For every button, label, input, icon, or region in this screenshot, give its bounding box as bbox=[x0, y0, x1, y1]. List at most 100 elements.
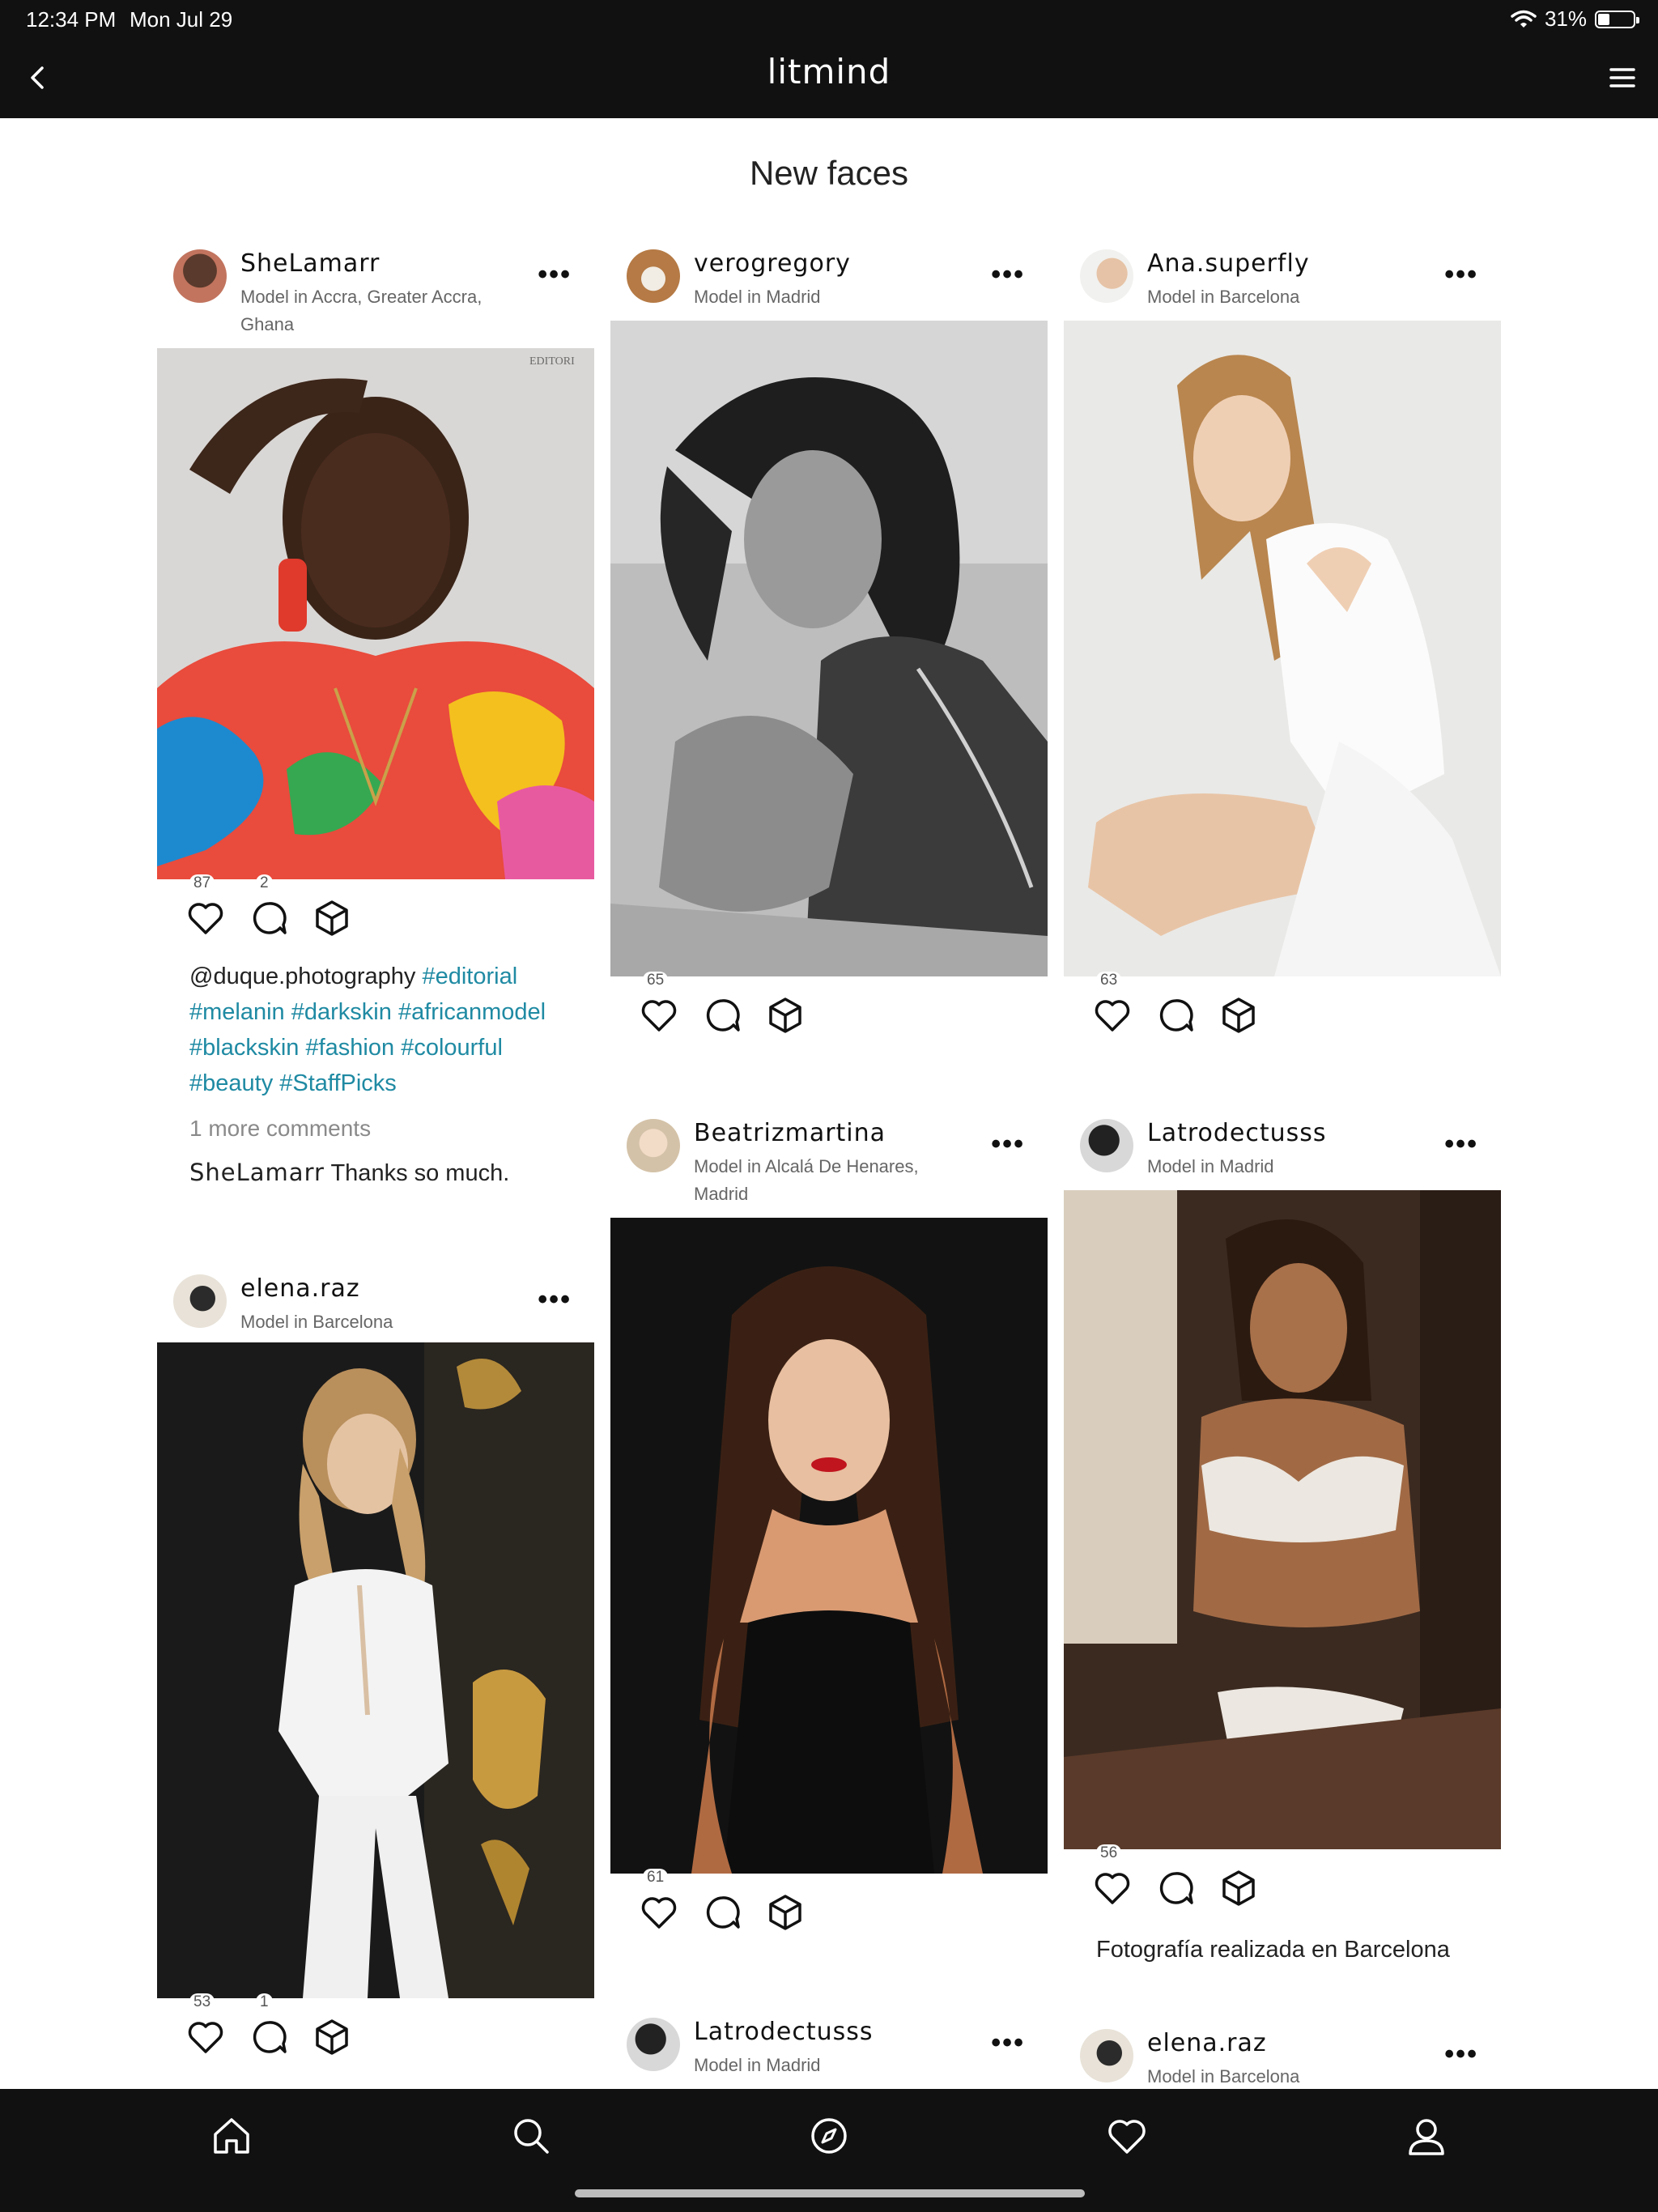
compass-icon[interactable] bbox=[806, 2113, 852, 2159]
heart-icon[interactable] bbox=[638, 994, 680, 1036]
home-indicator[interactable] bbox=[575, 2189, 1085, 2197]
cube-icon[interactable] bbox=[764, 1891, 806, 1933]
page-title: New faces bbox=[749, 154, 909, 192]
caption-handle[interactable]: @duque.photography bbox=[189, 963, 415, 989]
heart-icon[interactable] bbox=[185, 897, 227, 939]
post-caption: @duque.photography #editorial #melanin #… bbox=[189, 959, 578, 1101]
hashtag[interactable]: #darkskin bbox=[291, 999, 392, 1025]
post-card-verogregory: verogregory Model in Madrid ••• 65 bbox=[610, 243, 1048, 1033]
post-photo[interactable]: EDITORI bbox=[157, 348, 594, 879]
post-username[interactable]: verogregory bbox=[694, 249, 851, 278]
search-icon[interactable] bbox=[508, 2113, 554, 2159]
avatar[interactable] bbox=[173, 249, 227, 303]
post-header: elena.raz Model in Barcelona ••• bbox=[1064, 2023, 1501, 2089]
cube-icon[interactable] bbox=[1218, 994, 1260, 1036]
post-username[interactable]: Ana.superfly bbox=[1147, 249, 1310, 278]
post-header: SheLamarr Model in Accra, Greater Accra,… bbox=[157, 243, 594, 334]
post-photo[interactable] bbox=[157, 1342, 594, 1998]
heart-icon[interactable] bbox=[1091, 1867, 1133, 1909]
avatar[interactable] bbox=[627, 2018, 680, 2071]
post-location: Model in Accra, Greater Accra, Ghana bbox=[240, 287, 483, 334]
app-logo[interactable]: litmind bbox=[0, 52, 1658, 91]
more-options-button[interactable]: ••• bbox=[538, 259, 572, 291]
comment-icon[interactable] bbox=[248, 2016, 290, 2058]
post-card-anasuperfly: Ana.superfly Model in Barcelona ••• 63 bbox=[1064, 243, 1501, 1033]
comment-username[interactable]: SheLamarr bbox=[189, 1159, 325, 1186]
post-username[interactable]: Latrodectusss bbox=[1147, 1119, 1327, 1147]
profile-icon[interactable] bbox=[1404, 2113, 1449, 2159]
post-header: Latrodectusss Model in Madrid ••• bbox=[1064, 1112, 1501, 1193]
more-options-button[interactable]: ••• bbox=[991, 1129, 1025, 1160]
more-options-button[interactable]: ••• bbox=[991, 2027, 1025, 2059]
photo-art bbox=[610, 1218, 1048, 1874]
comment-icon[interactable] bbox=[1154, 1867, 1197, 1909]
post-caption: Fotografía realizada en Barcelona bbox=[1096, 1937, 1450, 1963]
post-location: Model in Madrid bbox=[1147, 1156, 1274, 1176]
like-count: 56 bbox=[1096, 1844, 1122, 1862]
post-photo[interactable] bbox=[1064, 1190, 1501, 1849]
post-username[interactable]: Beatrizmartina bbox=[694, 1119, 886, 1147]
comment-text: Thanks so much. bbox=[330, 1160, 510, 1186]
heart-icon[interactable] bbox=[1104, 2113, 1150, 2159]
post-photo[interactable] bbox=[610, 321, 1048, 976]
wifi-icon bbox=[1511, 10, 1537, 28]
post-location: Model in Madrid bbox=[694, 2055, 821, 2075]
hashtag[interactable]: #blackskin bbox=[189, 1035, 299, 1061]
battery-percent: 31% bbox=[1544, 6, 1587, 31]
photo-art bbox=[1064, 1190, 1501, 1849]
heart-icon[interactable] bbox=[638, 1891, 680, 1933]
more-options-button[interactable]: ••• bbox=[1444, 1129, 1478, 1160]
cube-icon[interactable] bbox=[311, 2016, 353, 2058]
post-header: elena.raz Model in Barcelona ••• bbox=[157, 1268, 594, 1349]
cube-icon[interactable] bbox=[764, 994, 806, 1036]
post-username[interactable]: SheLamarr bbox=[240, 249, 380, 278]
photo-art bbox=[610, 321, 1048, 976]
post-username[interactable]: Latrodectusss bbox=[694, 2018, 874, 2046]
hashtag[interactable]: #StaffPicks bbox=[279, 1070, 397, 1096]
like-count: 63 bbox=[1096, 972, 1122, 989]
comment-count: 1 bbox=[256, 1993, 273, 2011]
avatar[interactable] bbox=[1080, 1119, 1133, 1172]
hashtag[interactable]: #melanin bbox=[189, 999, 285, 1025]
hashtag[interactable]: #editorial bbox=[422, 963, 517, 989]
hashtag[interactable]: #beauty bbox=[189, 1070, 273, 1096]
comment-icon[interactable] bbox=[1154, 994, 1197, 1036]
post-username[interactable]: elena.raz bbox=[1147, 2029, 1267, 2057]
more-options-button[interactable]: ••• bbox=[1444, 2039, 1478, 2070]
comment-icon[interactable] bbox=[701, 994, 743, 1036]
avatar[interactable] bbox=[173, 1274, 227, 1328]
like-count: 53 bbox=[189, 1993, 215, 2011]
comment-icon[interactable] bbox=[701, 1891, 743, 1933]
photo-art bbox=[1064, 321, 1501, 976]
more-options-button[interactable]: ••• bbox=[538, 1284, 572, 1316]
post-photo[interactable] bbox=[1064, 321, 1501, 976]
hashtag[interactable]: #colourful bbox=[401, 1035, 503, 1061]
home-icon[interactable] bbox=[209, 2113, 254, 2159]
like-count: 87 bbox=[189, 874, 215, 892]
status-date: Mon Jul 29 bbox=[130, 7, 233, 32]
cube-icon[interactable] bbox=[311, 897, 353, 939]
avatar[interactable] bbox=[627, 1119, 680, 1172]
post-actions: 87 2 bbox=[157, 874, 594, 952]
post-location: Model in Barcelona bbox=[240, 1312, 393, 1332]
cube-icon[interactable] bbox=[1218, 1867, 1260, 1909]
more-comments-link[interactable]: 1 more comments bbox=[189, 1111, 578, 1146]
avatar[interactable] bbox=[1080, 2029, 1133, 2082]
photo-watermark: EDITORI bbox=[529, 355, 575, 368]
heart-icon[interactable] bbox=[1091, 994, 1133, 1036]
comment-icon[interactable] bbox=[248, 897, 290, 939]
post-actions: 56 bbox=[1064, 1844, 1501, 1922]
menu-icon[interactable] bbox=[1606, 62, 1639, 94]
post-username[interactable]: elena.raz bbox=[240, 1274, 360, 1303]
more-options-button[interactable]: ••• bbox=[991, 259, 1025, 291]
battery-icon bbox=[1595, 10, 1639, 28]
post-photo[interactable] bbox=[610, 1218, 1048, 1874]
avatar[interactable] bbox=[1080, 249, 1133, 303]
hashtag[interactable]: #fashion bbox=[305, 1035, 394, 1061]
more-options-button[interactable]: ••• bbox=[1444, 259, 1478, 291]
post-location: Model in Barcelona bbox=[1147, 287, 1300, 307]
hashtag[interactable]: #africanmodel bbox=[398, 999, 546, 1025]
heart-icon[interactable] bbox=[185, 2016, 227, 2058]
post-actions: 53 1 bbox=[157, 1993, 594, 2071]
avatar[interactable] bbox=[627, 249, 680, 303]
